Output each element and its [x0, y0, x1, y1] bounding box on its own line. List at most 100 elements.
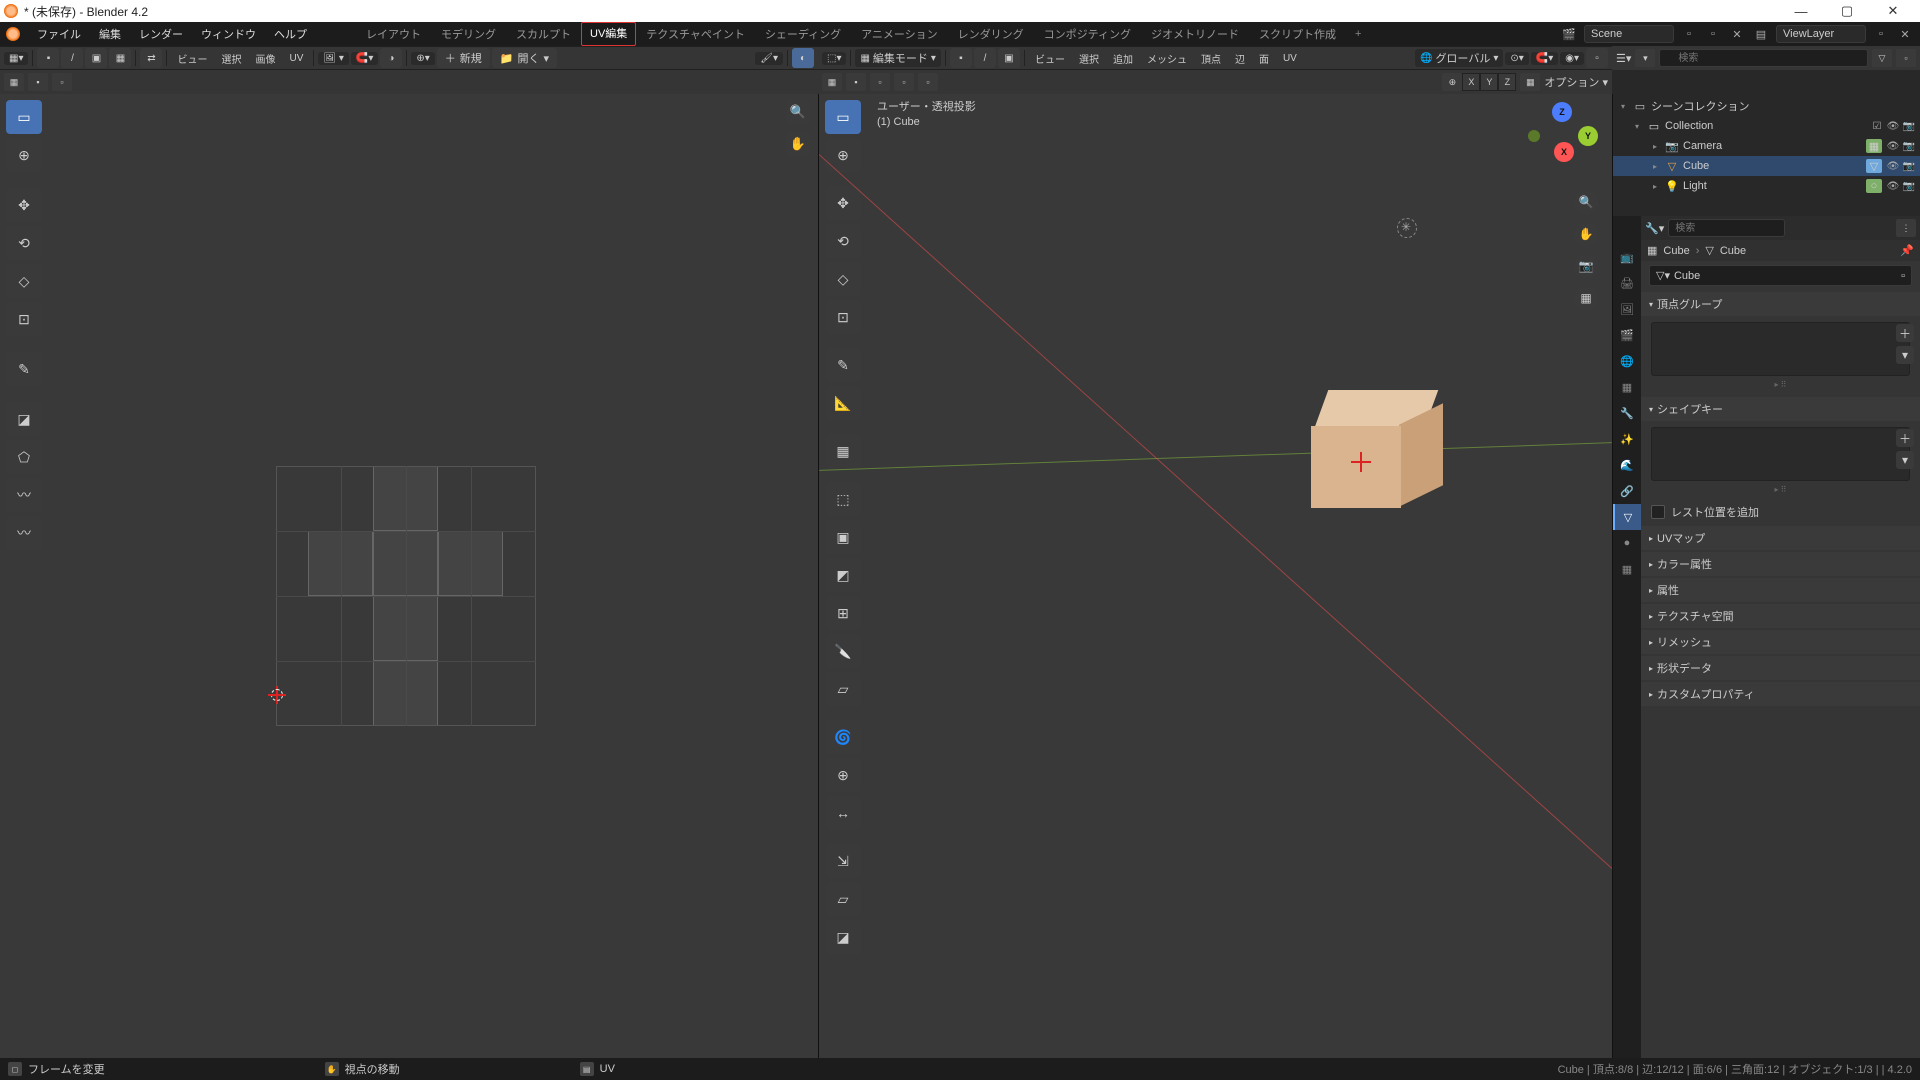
uv-snap-picker[interactable]: 🧲▾: [351, 52, 378, 65]
uv-image-picker[interactable]: 🖼 ▾: [318, 52, 349, 65]
ptab-constraint[interactable]: 🔗: [1613, 478, 1641, 504]
v3d-sel-face[interactable]: ▣: [998, 48, 1020, 68]
outliner-scene-collection[interactable]: ▾▭ シーンコレクション: [1613, 96, 1920, 116]
ptab-world[interactable]: 🌐: [1613, 348, 1641, 374]
menu-window[interactable]: ウィンドウ: [192, 22, 265, 46]
axis-y-toggle[interactable]: Y: [1480, 73, 1498, 91]
uv-sync-icon[interactable]: ⇄: [140, 48, 162, 68]
v3d-tool-measure[interactable]: 📐: [825, 386, 861, 420]
outliner-display[interactable]: ▾: [1635, 49, 1655, 67]
uv-open-button[interactable]: 📁開く▾: [492, 48, 557, 68]
ptab-output[interactable]: 🖨: [1613, 270, 1641, 296]
ptab-render[interactable]: 📺: [1613, 244, 1641, 270]
panel-uvmaps[interactable]: ▸UVマップ: [1641, 526, 1920, 550]
v3d-tool-inset[interactable]: ▣: [825, 520, 861, 554]
workspace-tab-ジオメトリノード[interactable]: ジオメトリノード: [1141, 22, 1249, 46]
props-opts-icon[interactable]: ⋮: [1896, 219, 1916, 237]
panel-colorattr[interactable]: ▸カラー属性: [1641, 552, 1920, 576]
workspace-tab-スカルプト[interactable]: スカルプト: [506, 22, 581, 46]
uv-menu-view[interactable]: ビュー: [171, 51, 213, 66]
workspace-tab-モデリング[interactable]: モデリング: [431, 22, 506, 46]
uv-tool-rotate[interactable]: ⟲: [6, 226, 42, 260]
v3d-propedit[interactable]: ◉▾: [1560, 52, 1584, 65]
ptab-scene[interactable]: 🎬: [1613, 322, 1641, 348]
sk-add-icon[interactable]: ＋: [1896, 429, 1914, 447]
ptab-modifier[interactable]: 🔧: [1613, 400, 1641, 426]
panel-remesh[interactable]: ▸リメッシュ: [1641, 630, 1920, 654]
uv-tool-relax[interactable]: 〰: [6, 478, 42, 512]
uv-menu-uv[interactable]: UV: [283, 53, 309, 64]
v3d-pivot[interactable]: ⊙▾: [1505, 52, 1528, 65]
gizmo-y[interactable]: Y: [1578, 126, 1598, 146]
v3d-snap[interactable]: 🧲▾: [1531, 52, 1558, 65]
v3d-menu-mesh[interactable]: メッシュ: [1141, 51, 1193, 66]
v3d-tool-polybuild[interactable]: ▱: [825, 672, 861, 706]
v3d-orient[interactable]: 🌐 グローバル ▾: [1415, 49, 1503, 67]
v3d-menu-view[interactable]: ビュー: [1029, 51, 1071, 66]
ptab-physics[interactable]: 🌊: [1613, 452, 1641, 478]
maximize-button[interactable]: ▢: [1824, 0, 1870, 22]
nav-camera-icon[interactable]: 📷: [1574, 254, 1598, 278]
menu-render[interactable]: レンダー: [130, 22, 192, 46]
outliner-item-camera[interactable]: ▸📷Camera▦👁📷: [1613, 136, 1920, 156]
outliner-tree[interactable]: ▾▭ シーンコレクション ▾▭ Collection ☑👁📷 ▸📷Camera▦…: [1613, 94, 1920, 216]
menu-help[interactable]: ヘルプ: [265, 22, 316, 46]
v3d-tool-rotate[interactable]: ⟲: [825, 224, 861, 258]
uv-overlay-icon[interactable]: ◑: [380, 48, 402, 68]
uv-paint-picker[interactable]: 🖌▾: [755, 52, 783, 65]
outliner-new-col-icon[interactable]: ▫: [1896, 49, 1916, 67]
v3d-tool-bevel[interactable]: ◩: [825, 558, 861, 592]
v3d-sh-c[interactable]: ▫: [870, 73, 890, 91]
uv-tool-move[interactable]: ✥: [6, 188, 42, 222]
v3d-sh-f[interactable]: ▦: [1520, 73, 1540, 91]
v3d-menu-face[interactable]: 面: [1253, 51, 1275, 66]
axis-z-toggle[interactable]: Z: [1498, 73, 1516, 91]
uv-display-icon[interactable]: ◐: [792, 48, 814, 68]
workspace-tab-スクリプト作成[interactable]: スクリプト作成: [1249, 22, 1346, 46]
v3d-menu-uv[interactable]: UV: [1277, 53, 1303, 64]
outliner-collection[interactable]: ▾▭ Collection ☑👁📷: [1613, 116, 1920, 136]
nav-gizmo[interactable]: Z Y X: [1522, 100, 1602, 180]
gizmo-x[interactable]: X: [1554, 142, 1574, 162]
scene-browse-icon[interactable]: ▫: [1680, 25, 1698, 43]
outliner-item-light[interactable]: ▸💡Light○👁📷: [1613, 176, 1920, 196]
v3d-tool-cursor[interactable]: ⊕: [825, 138, 861, 172]
close-button[interactable]: ✕: [1870, 0, 1916, 22]
nav-zoom-icon[interactable]: 🔍: [1574, 190, 1598, 214]
workspace-tab-テクスチャペイント[interactable]: テクスチャペイント: [636, 22, 755, 46]
uv-tool-cursor[interactable]: ⊕: [6, 138, 42, 172]
v3d-sh-d[interactable]: ▫: [894, 73, 914, 91]
uv-tool-annotate[interactable]: ✎: [6, 352, 42, 386]
view3d-canvas[interactable]: ▭ ⊕ ✥ ⟲ ◇ ⊡ ✎ 📐 ▦ ⬚ ▣ ◩ ⊞ 🔪 ▱ 🌀: [819, 94, 1612, 1058]
scene-new-icon[interactable]: ▫: [1704, 25, 1722, 43]
uv-zoom-icon[interactable]: 🔍: [786, 100, 810, 124]
editor-type-3d[interactable]: ⬚▾: [822, 52, 846, 65]
uv-tool-scale[interactable]: ◇: [6, 264, 42, 298]
uv-overlay-a[interactable]: ▦: [4, 73, 24, 91]
editor-type-props[interactable]: 🔧▾: [1645, 222, 1664, 235]
v3d-options[interactable]: オプション ▾: [1544, 74, 1608, 90]
v3d-tool-addcube[interactable]: ▦: [825, 434, 861, 468]
v3d-sel-edge[interactable]: /: [974, 48, 996, 68]
cube-object[interactable]: [1311, 390, 1441, 520]
workspace-tab-UV編集[interactable]: UV編集: [581, 22, 636, 46]
workspace-tab-レンダリング[interactable]: レンダリング: [948, 22, 1034, 46]
v3d-tool-select[interactable]: ▭: [825, 100, 861, 134]
gizmo-z[interactable]: Z: [1552, 102, 1572, 122]
ptab-object[interactable]: ▦: [1613, 374, 1641, 400]
workspace-tab-コンポジティング[interactable]: コンポジティング: [1034, 22, 1141, 46]
v3d-tool-loopcut[interactable]: ⊞: [825, 596, 861, 630]
minimize-button[interactable]: —: [1778, 0, 1824, 22]
uv-overlay-c[interactable]: ▫: [52, 73, 72, 91]
scene-del-icon[interactable]: ✕: [1728, 25, 1746, 43]
uv-pivot-picker[interactable]: ⊕▾: [411, 52, 434, 65]
outliner-search[interactable]: [1659, 49, 1868, 67]
ptab-texture[interactable]: ▦: [1613, 556, 1641, 582]
nav-persp-icon[interactable]: ▦: [1574, 286, 1598, 310]
workspace-tab-シェーディング[interactable]: シェーディング: [755, 22, 851, 46]
editor-type-outliner[interactable]: ☰▾: [1616, 52, 1631, 65]
v3d-tool-move[interactable]: ✥: [825, 186, 861, 220]
uv-tool-select[interactable]: ▭: [6, 100, 42, 134]
vg-menu-icon[interactable]: ▾: [1896, 346, 1914, 364]
vg-add-icon[interactable]: ＋: [1896, 324, 1914, 342]
